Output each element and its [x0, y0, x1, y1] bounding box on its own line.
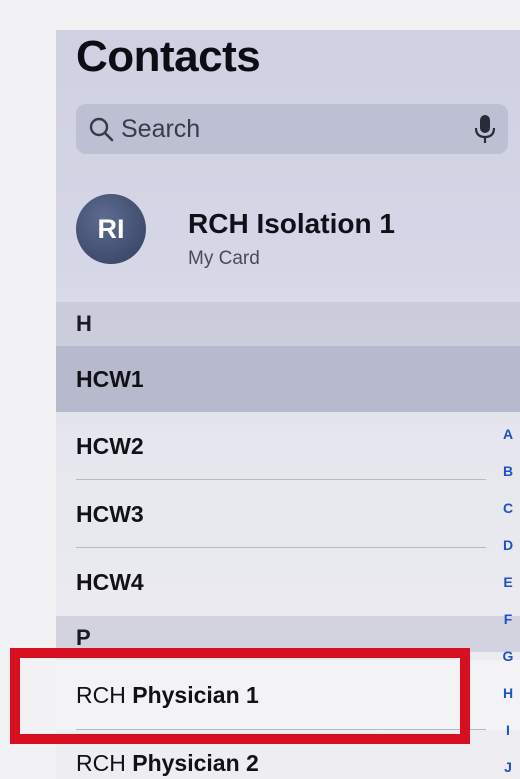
contact-row[interactable]: HCW1 — [56, 346, 520, 412]
section-index[interactable]: A B C D E F G H I J — [496, 416, 520, 779]
index-letter[interactable]: E — [503, 564, 512, 601]
contact-name: HCW4 — [76, 569, 144, 595]
my-card-name: RCH Isolation 1 — [188, 208, 395, 239]
section-header-p: P — [56, 616, 520, 652]
my-card[interactable]: RI RCH Isolation 1 My Card — [76, 194, 506, 269]
contacts-screen: Contacts Search RI RCH Isolation 1 My Ca… — [56, 30, 520, 779]
section-header-h: H — [56, 302, 520, 346]
search-input[interactable]: Search — [121, 115, 200, 144]
index-letter[interactable]: I — [506, 712, 510, 749]
avatar: RI — [76, 194, 146, 264]
index-letter[interactable]: B — [503, 453, 513, 490]
index-letter[interactable]: G — [503, 638, 514, 675]
contact-row[interactable]: RCH Physician 1 — [56, 660, 520, 730]
index-letter[interactable]: F — [504, 601, 513, 638]
contact-row[interactable]: RCH Physician 2 — [56, 730, 520, 779]
contact-name: Physician 2 — [132, 750, 259, 776]
contact-prefix: RCH — [76, 682, 126, 708]
page-title: Contacts — [76, 32, 261, 81]
my-card-subtitle: My Card — [188, 248, 260, 269]
contact-name: HCW1 — [76, 366, 144, 392]
contact-row[interactable]: HCW2 — [56, 412, 520, 480]
contact-prefix: RCH — [76, 750, 126, 776]
index-letter[interactable]: J — [504, 749, 512, 779]
contact-row[interactable]: HCW3 — [56, 480, 520, 548]
search-icon — [89, 117, 114, 142]
index-letter[interactable]: D — [503, 527, 513, 564]
index-letter[interactable]: A — [503, 416, 513, 453]
index-letter[interactable]: H — [503, 675, 513, 712]
contact-name: HCW2 — [76, 433, 144, 459]
contact-name: Physician 1 — [132, 682, 259, 708]
index-letter[interactable]: C — [503, 490, 513, 527]
microphone-icon[interactable] — [474, 114, 496, 144]
contact-name: HCW3 — [76, 501, 144, 527]
contact-row[interactable]: HCW4 — [56, 548, 520, 616]
search-bar[interactable]: Search — [76, 104, 508, 154]
